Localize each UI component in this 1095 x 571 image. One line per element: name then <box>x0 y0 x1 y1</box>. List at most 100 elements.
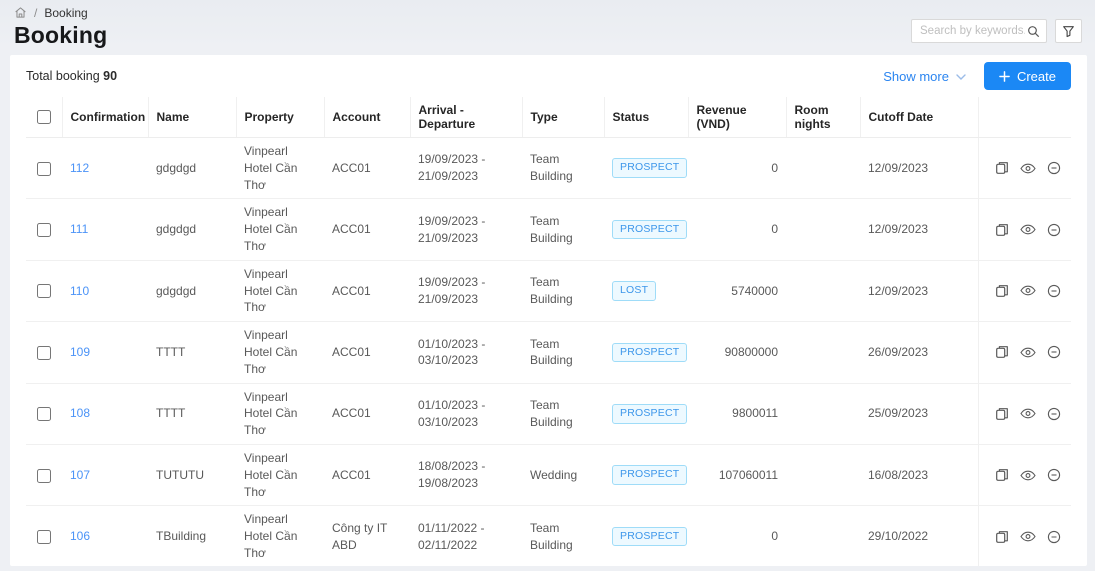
remove-button[interactable] <box>1047 530 1061 544</box>
breadcrumb-separator: / <box>34 6 37 20</box>
copy-icon <box>995 530 1009 544</box>
chevron-down-icon <box>956 73 966 80</box>
cell-account: ACC01 <box>324 138 410 199</box>
copy-icon <box>995 345 1009 359</box>
search-box <box>911 19 1047 43</box>
copy-button[interactable] <box>995 284 1009 298</box>
create-button[interactable]: Create <box>984 62 1071 90</box>
cell-room-nights <box>786 444 860 505</box>
show-more-link[interactable]: Show more <box>883 69 966 84</box>
table-row: 108TTTTVinpearl Hotel Cần ThơACC0101/10/… <box>26 383 1071 444</box>
view-button[interactable] <box>1020 224 1036 235</box>
remove-button[interactable] <box>1047 345 1061 359</box>
column-header-room-nights: Room nights <box>786 97 860 138</box>
status-badge: PROSPECT <box>612 527 687 547</box>
booking-table: ConfirmationNamePropertyAccountArrival -… <box>26 97 1071 566</box>
copy-button[interactable] <box>995 530 1009 544</box>
remove-button[interactable] <box>1047 161 1061 175</box>
minus-circle-icon <box>1047 468 1061 482</box>
search-input[interactable] <box>918 24 1027 38</box>
remove-button[interactable] <box>1047 284 1061 298</box>
remove-button[interactable] <box>1047 223 1061 237</box>
table-row: 107TUTUTUVinpearl Hotel Cần ThơACC0118/0… <box>26 444 1071 505</box>
search-icon[interactable] <box>1027 25 1040 38</box>
status-badge: PROSPECT <box>612 158 687 178</box>
status-badge: PROSPECT <box>612 220 687 240</box>
column-header-revenue-vnd: Revenue (VND) <box>688 97 786 138</box>
cell-revenue: 107060011 <box>688 444 786 505</box>
copy-button[interactable] <box>995 223 1009 237</box>
cell-type: Team Building <box>522 322 604 383</box>
confirmation-link[interactable]: 111 <box>70 222 88 236</box>
cell-account: ACC01 <box>324 322 410 383</box>
cell-arrival-departure: 01/10/2023 - 03/10/2023 <box>410 322 522 383</box>
cell-name: TTTT <box>148 383 236 444</box>
cell-revenue: 0 <box>688 199 786 260</box>
cell-cutoff-date: 12/09/2023 <box>860 260 978 321</box>
cell-name: TBuilding <box>148 506 236 566</box>
status-badge: PROSPECT <box>612 343 687 363</box>
row-checkbox[interactable] <box>37 223 51 237</box>
plus-icon <box>999 71 1010 82</box>
row-checkbox[interactable] <box>37 284 51 298</box>
copy-button[interactable] <box>995 468 1009 482</box>
copy-button[interactable] <box>995 161 1009 175</box>
cell-name: gdgdgd <box>148 199 236 260</box>
cell-property: Vinpearl Hotel Cần Thơ <box>236 506 324 566</box>
total-booking-count: 90 <box>103 69 117 83</box>
row-checkbox[interactable] <box>37 162 51 176</box>
column-header-confirmation: Confirmation <box>62 97 148 138</box>
confirmation-link[interactable]: 110 <box>70 284 89 298</box>
remove-button[interactable] <box>1047 407 1061 421</box>
row-checkbox[interactable] <box>37 346 51 360</box>
cell-actions <box>978 444 1071 505</box>
eye-icon <box>1020 224 1036 235</box>
view-button[interactable] <box>1020 163 1036 174</box>
view-button[interactable] <box>1020 285 1036 296</box>
confirmation-link[interactable]: 112 <box>70 161 89 175</box>
eye-icon <box>1020 408 1036 419</box>
copy-button[interactable] <box>995 345 1009 359</box>
select-all-checkbox[interactable] <box>37 110 51 124</box>
confirmation-link[interactable]: 109 <box>70 345 90 359</box>
cell-name: TTTT <box>148 322 236 383</box>
confirmation-link[interactable]: 108 <box>70 406 90 420</box>
eye-icon <box>1020 163 1036 174</box>
cell-type: Team Building <box>522 506 604 566</box>
row-checkbox[interactable] <box>37 407 51 421</box>
cell-name: TUTUTU <box>148 444 236 505</box>
eye-icon <box>1020 285 1036 296</box>
cell-property: Vinpearl Hotel Cần Thơ <box>236 199 324 260</box>
cell-room-nights <box>786 322 860 383</box>
cell-name: gdgdgd <box>148 260 236 321</box>
cell-arrival-departure: 01/11/2022 - 02/11/2022 <box>410 506 522 566</box>
remove-button[interactable] <box>1047 468 1061 482</box>
cell-type: Team Building <box>522 260 604 321</box>
search-area <box>911 19 1082 43</box>
confirmation-link[interactable]: 107 <box>70 468 90 482</box>
filter-button[interactable] <box>1055 19 1082 43</box>
cell-property: Vinpearl Hotel Cần Thơ <box>236 260 324 321</box>
cell-arrival-departure: 19/09/2023 - 21/09/2023 <box>410 199 522 260</box>
home-icon[interactable] <box>14 6 27 19</box>
cell-actions <box>978 260 1071 321</box>
confirmation-link[interactable]: 106 <box>70 529 90 543</box>
cell-actions <box>978 322 1071 383</box>
row-checkbox[interactable] <box>37 469 51 483</box>
column-header-actions <box>978 97 1071 138</box>
cell-account: ACC01 <box>324 383 410 444</box>
cell-cutoff-date: 26/09/2023 <box>860 322 978 383</box>
total-booking: Total booking 90 <box>26 69 117 83</box>
copy-button[interactable] <box>995 407 1009 421</box>
status-badge: PROSPECT <box>612 465 687 485</box>
view-button[interactable] <box>1020 531 1036 542</box>
view-button[interactable] <box>1020 470 1036 481</box>
view-button[interactable] <box>1020 408 1036 419</box>
cell-account: ACC01 <box>324 444 410 505</box>
status-badge: PROSPECT <box>612 404 687 424</box>
show-more-label: Show more <box>883 69 949 84</box>
row-checkbox[interactable] <box>37 530 51 544</box>
view-button[interactable] <box>1020 347 1036 358</box>
breadcrumb-current[interactable]: Booking <box>44 6 87 20</box>
cell-room-nights <box>786 138 860 199</box>
